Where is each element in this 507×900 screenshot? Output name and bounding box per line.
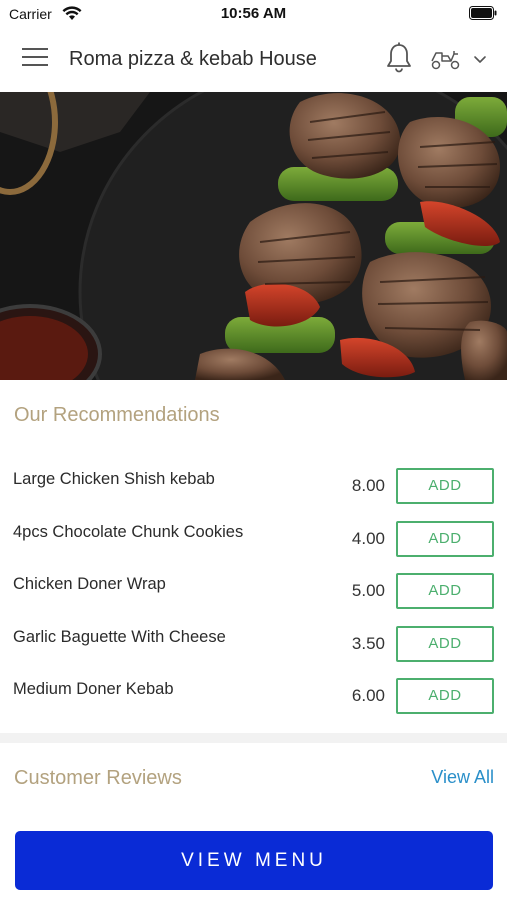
- reviews-title: Customer Reviews: [14, 767, 182, 789]
- item-name: Garlic Baguette With Cheese: [13, 627, 226, 646]
- item-price: 8.00: [351, 476, 385, 495]
- list-item: Chicken Doner Wrap 5.00 ADD: [0, 565, 507, 618]
- item-name: Chicken Doner Wrap: [13, 575, 166, 593]
- section-divider: [0, 733, 507, 743]
- list-item: Garlic Baguette With Cheese 3.50 ADD: [0, 618, 507, 671]
- item-price: 5.00: [351, 581, 385, 600]
- item-name: 4pcs Chocolate Chunk Cookies: [13, 522, 244, 541]
- hero-image: [0, 92, 507, 380]
- battery-icon: [469, 6, 497, 20]
- view-all-link[interactable]: View All: [431, 767, 494, 788]
- delivery-scooter-icon[interactable]: [430, 48, 462, 70]
- page-title: Roma pizza & kebab House: [69, 48, 317, 70]
- bell-icon[interactable]: [385, 42, 413, 74]
- add-button[interactable]: ADD: [396, 625, 494, 662]
- item-price: 6.00: [351, 686, 385, 705]
- kebab-skewers-photo: [0, 92, 507, 380]
- recommendations-title: Our Recommendations: [14, 404, 220, 426]
- add-button[interactable]: ADD: [396, 468, 494, 504]
- list-item: Large Chicken Shish kebab 8.00 ADD: [0, 460, 507, 513]
- list-item: 4pcs Chocolate Chunk Cookies 4.00 ADD: [0, 513, 507, 566]
- status-time: 10:56 AM: [220, 5, 287, 22]
- view-menu-button[interactable]: VIEW MENU: [15, 831, 493, 890]
- nav-bar: Roma pizza & kebab House: [0, 28, 507, 92]
- item-price: 3.50: [351, 633, 385, 653]
- status-bar: Carrier 10:56 AM: [0, 0, 507, 28]
- menu-icon[interactable]: [22, 48, 48, 70]
- add-button[interactable]: ADD: [396, 573, 494, 609]
- item-price: 4.00: [351, 528, 385, 548]
- recommendations-list: Large Chicken Shish kebab 8.00 ADD 4pcs …: [0, 460, 507, 723]
- chevron-down-icon[interactable]: [472, 52, 488, 66]
- item-name: Medium Doner Kebab: [13, 680, 174, 698]
- add-button[interactable]: ADD: [396, 678, 494, 714]
- item-name: Large Chicken Shish kebab: [13, 470, 215, 488]
- add-button[interactable]: ADD: [396, 520, 494, 557]
- list-item: Medium Doner Kebab 6.00 ADD: [0, 670, 507, 723]
